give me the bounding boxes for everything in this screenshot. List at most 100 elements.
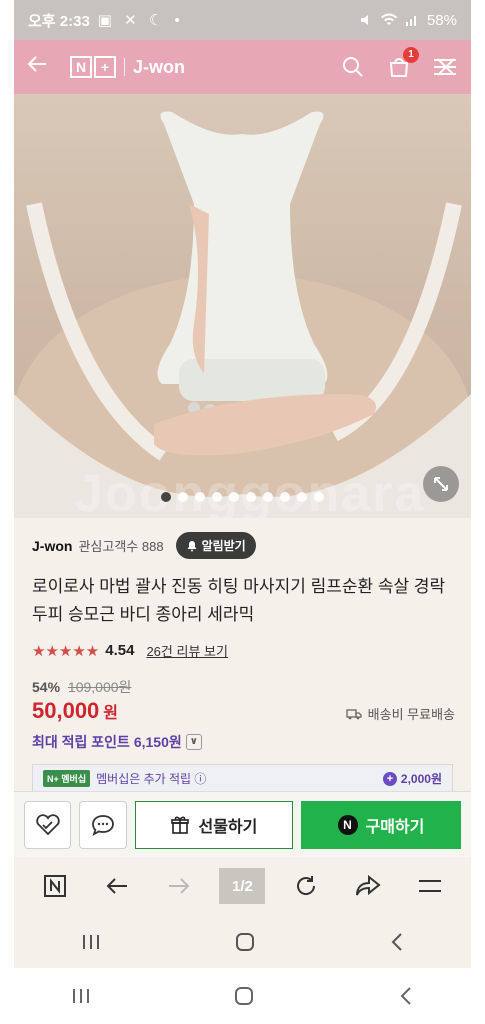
back-icon[interactable] [398,986,414,1006]
plus-icon: + [382,771,397,786]
expand-icon [434,477,448,491]
seller-fans: 관심고객수 888 [78,539,164,554]
store-name[interactable]: J-won [133,57,185,78]
product-title: 로이로사 마법 괄사 진동 히팅 마사지기 림프순환 속살 경락두피 승모근 바… [32,577,446,624]
carousel-dot[interactable] [229,492,239,502]
wifi-icon [380,13,397,25]
search-button[interactable] [339,53,367,81]
home-icon[interactable] [233,985,255,1007]
buy-label: 구매하기 [365,818,425,836]
share-button[interactable] [346,866,390,906]
watermark-text: Joonggonara [74,464,425,518]
carousel-dot[interactable] [314,492,324,502]
mute-icon [360,15,368,25]
logo-n: N [70,56,92,78]
carousel-dot[interactable] [161,492,171,502]
discount-row: 54% 109,000원 [32,677,131,697]
arrow-left-icon [27,55,46,72]
review-link[interactable]: 26건 리뷰 보기 [146,641,227,660]
menu-button[interactable] [431,53,459,81]
membership-banner[interactable]: N+ 멤버십 멤버십은 추가 적립 ⓘ + 2,000원 [32,764,453,792]
naver-home-icon [44,875,67,897]
status-bar: 오후 2:33 ▣ ✕ ☾ • 58% [14,0,471,40]
product-image-carousel[interactable]: Joonggonara [14,94,471,518]
home-n-button[interactable] [33,866,77,906]
back-icon[interactable] [389,932,405,952]
arrow-left-icon [106,878,128,894]
rating-row: ★★★★★ 4.54 26건 리뷰 보기 [32,641,228,660]
chat-button[interactable] [79,800,127,849]
buy-button[interactable]: N 구매하기 [300,800,461,849]
membership-amount: 2,000원 [400,772,442,786]
share-icon [355,875,381,896]
rating-score: 4.54 [105,642,135,659]
shipping-text: 배송비 무료배송 [367,707,455,722]
max-points[interactable]: 최대 적립 포인트 6,150원 ∨ [32,732,202,752]
store-header: N + J-won 1 [14,40,471,94]
original-price: 109,000원 [67,679,132,695]
carousel-dot[interactable] [246,492,256,502]
carousel-dot[interactable] [195,492,205,502]
naver-n-icon: N [337,814,358,835]
hamburger-icon [418,880,441,892]
reload-button[interactable] [284,866,328,906]
phone-screen: 오후 2:33 ▣ ✕ ☾ • 58% N + J-won 1 J-won 관심… [14,0,471,968]
carousel-dots [14,492,471,502]
alarm-button[interactable]: 알림받기 [175,532,256,559]
browser-toolbar: 1/2 [14,857,471,915]
carousel-dot[interactable] [178,492,188,502]
seller-info: J-won 관심고객수 888 알림받기 [32,532,256,559]
chevron-down-icon: ∨ [185,734,202,750]
android-nav-inner [14,915,471,968]
product-photo [14,111,471,518]
status-time: 오후 2:33 [28,12,90,30]
header-divider [124,58,125,76]
tab-count-button[interactable]: 1/2 [219,868,266,904]
heart-check-icon [36,813,60,835]
recent-apps-icon[interactable] [81,933,101,951]
browser-menu-button[interactable] [408,866,452,906]
browser-forward-button[interactable] [157,866,201,906]
logo-plus: + [94,56,116,78]
rating-stars-icon: ★★★★★ [32,642,100,660]
chat-bubble-icon [92,814,115,836]
price-unit: 원 [103,705,119,722]
home-icon[interactable] [234,931,256,953]
back-button[interactable] [26,53,60,82]
naver-plus-logo[interactable]: N + [70,56,116,78]
cart-button[interactable]: 1 [385,47,419,81]
carousel-dot[interactable] [297,492,307,502]
gift-icon [171,816,190,834]
alarm-label: 알림받기 [201,539,246,553]
membership-amount-group: + 2,000원 [382,770,442,787]
price-row: 50,000 원 [32,698,118,724]
battery-level: 58% [426,11,457,29]
search-icon [343,57,363,77]
membership-badge: N+ 멤버십 [43,770,91,787]
signal-icon [405,16,416,26]
points-text: 최대 적립 포인트 6,150원 [32,734,182,750]
menu-close-icon [434,58,456,76]
browser-back-button[interactable] [95,866,139,906]
wishlist-button[interactable] [24,800,72,849]
sale-price: 50,000 [32,698,100,723]
carousel-dot[interactable] [212,492,222,502]
status-right: 58% [359,12,457,29]
recent-apps-icon[interactable] [71,987,91,1005]
shipping-info: 배송비 무료배송 [346,704,455,723]
notification-icons: ▣ ✕ ☾ • [97,12,184,29]
header-icons: 1 [339,47,459,81]
purchase-action-bar: 선물하기 N 구매하기 [14,791,471,857]
carousel-dot[interactable] [263,492,273,502]
carousel-dot[interactable] [280,492,290,502]
seller-name[interactable]: J-won [32,538,72,554]
reload-icon [296,876,315,895]
cart-badge: 1 [403,47,419,63]
gift-button[interactable]: 선물하기 [134,800,293,849]
truck-icon [346,708,362,719]
membership-text: 멤버십은 추가 적립 ⓘ [96,772,207,786]
arrow-right-icon [169,878,190,894]
android-nav-outer [0,968,485,1024]
gift-label: 선물하기 [198,818,258,836]
expand-button[interactable] [423,466,459,502]
